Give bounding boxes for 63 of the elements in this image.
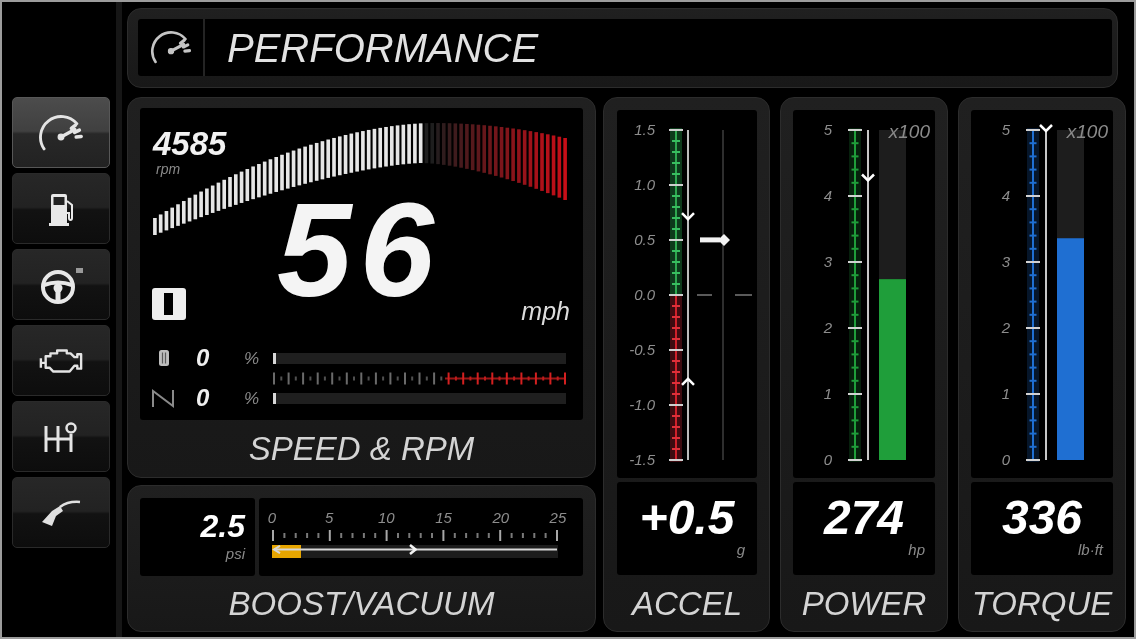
scale-label: 15: [435, 510, 452, 525]
scale-label: 0: [1001, 453, 1010, 467]
scale-label: 2: [1001, 321, 1010, 335]
panel-title: TORQUE: [971, 586, 1113, 620]
scale-label: 25: [549, 510, 567, 525]
scale-label: 0: [267, 510, 277, 525]
gauge-icon: [149, 30, 192, 65]
rpm-unit: rpm: [156, 162, 182, 176]
gauge-value: 274: [823, 494, 905, 542]
panel-title: BOOST/VACUUM: [228, 587, 495, 620]
speed-value: 56: [276, 183, 443, 317]
scale-label: 20: [492, 510, 510, 525]
scale-multiplier: x100: [888, 122, 930, 141]
panel-title: ACCEL: [631, 586, 742, 620]
pedal-value: 0: [195, 386, 211, 410]
speed-unit: mph: [521, 299, 570, 324]
scale-label: 3: [823, 255, 832, 269]
sidebar-button[interactable]: [12, 401, 110, 472]
scale-label: 0: [823, 453, 832, 467]
scale-label: 5: [1001, 123, 1010, 137]
sidebar-button[interactable]: [12, 173, 110, 244]
accel-unit: g: [736, 542, 745, 557]
fuel-nozzle-icon: [40, 498, 82, 527]
scale-label: -0.5: [629, 343, 655, 357]
fuel-pump-icon: [48, 191, 74, 226]
page-title: PERFORMANCE: [227, 27, 539, 68]
sidebar-button[interactable]: [12, 477, 110, 548]
pedal-value: 0: [195, 346, 211, 370]
scale-label: 1: [1001, 387, 1010, 401]
scale-label: 4: [1001, 189, 1010, 203]
sidebar-button[interactable]: [12, 97, 110, 168]
steering-wheel-icon: [38, 265, 84, 304]
panel-title: POWER: [801, 586, 927, 620]
scale-label: 1.0: [634, 178, 655, 192]
rpm-value: 4585: [153, 127, 227, 160]
scale-label: 5: [325, 510, 334, 525]
gauge-value: 336: [1001, 494, 1083, 542]
scale-multiplier: x100: [1066, 122, 1108, 141]
scale-label: -1.5: [629, 453, 655, 467]
pedal-unit: %: [243, 389, 261, 407]
panel-title: SPEED & RPM: [248, 432, 475, 465]
scale-label: 0.0: [634, 288, 655, 302]
scale-label: 1: [823, 387, 832, 401]
scale-label: 2: [823, 321, 832, 335]
bar-indicator-icon: [152, 288, 186, 320]
scale-label: 0.5: [634, 233, 655, 247]
boost-value: 2.5: [200, 510, 245, 542]
scale-label: -1.0: [629, 398, 655, 412]
boost-unit: psi: [225, 546, 245, 561]
pedal-icon: [159, 350, 169, 366]
gauge-icon: [38, 113, 84, 152]
zigzag-icon: [151, 388, 177, 408]
pedal-unit: %: [243, 349, 261, 367]
scale-label: 1.5: [634, 123, 655, 137]
gauge-unit: lb·ft: [1078, 542, 1103, 557]
scale-label: 3: [1001, 255, 1010, 269]
scale-label: 4: [823, 189, 832, 203]
scale-label: 10: [378, 510, 395, 525]
sidebar-button[interactable]: [12, 249, 110, 320]
gauge-unit: hp: [908, 542, 925, 557]
sidebar-button[interactable]: [12, 325, 110, 396]
scale-label: 5: [823, 123, 832, 137]
accel-value: +0.5: [639, 494, 735, 542]
